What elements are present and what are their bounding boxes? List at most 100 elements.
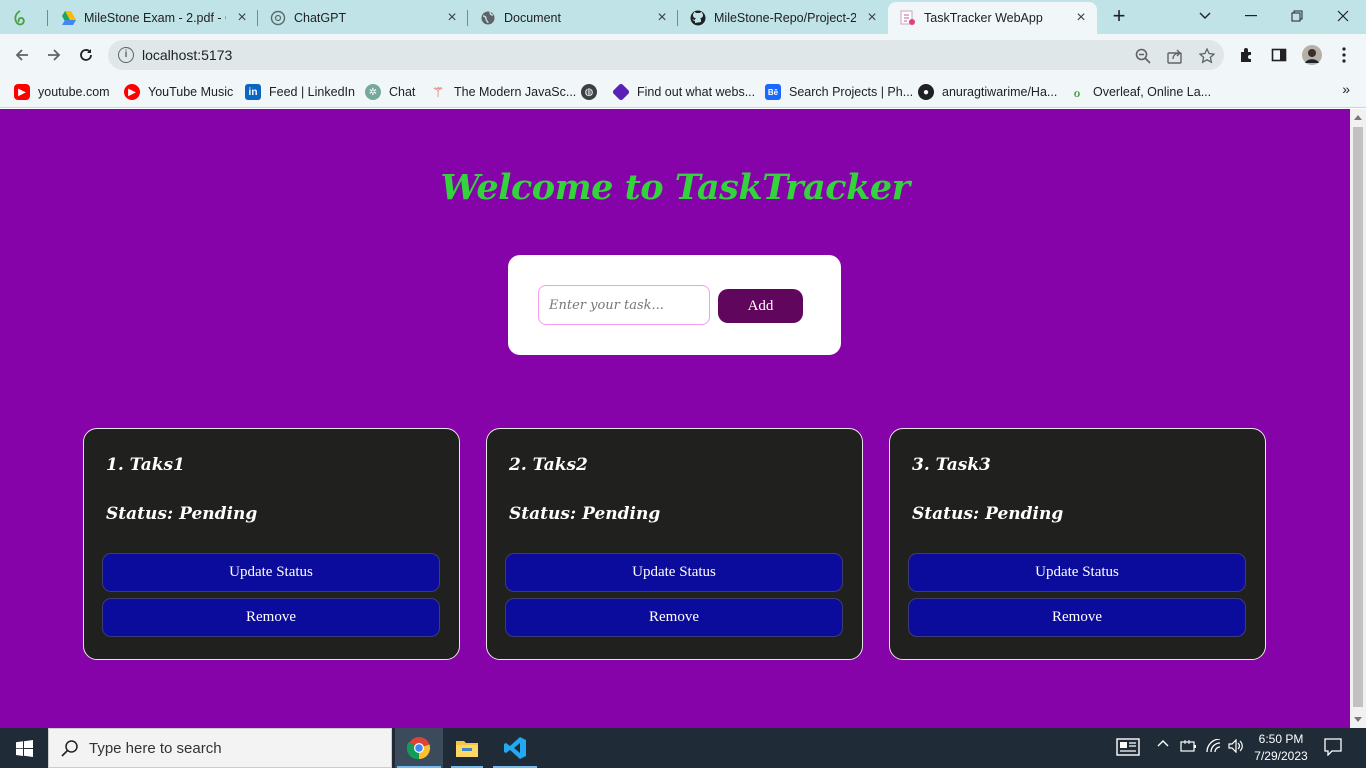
globe-icon: ◍ [581, 84, 597, 100]
overleaf-icon: ℴ [1073, 83, 1081, 100]
task-card: 1. Taks1 Status: Pending Update Status R… [83, 428, 460, 660]
vscode-icon[interactable] [491, 728, 539, 768]
task-status: Status: Pending [509, 504, 661, 524]
vite-icon [900, 10, 916, 26]
close-window-icon[interactable] [1320, 0, 1366, 32]
remove-task-button[interactable]: Remove [908, 598, 1246, 637]
restore-icon[interactable] [1274, 0, 1320, 32]
bookmark-star-icon[interactable] [1198, 47, 1216, 65]
volume-icon[interactable] [1228, 739, 1244, 753]
windows-start-icon[interactable] [0, 728, 48, 768]
share-icon[interactable] [1166, 47, 1184, 65]
close-tab-icon[interactable]: × [1073, 10, 1089, 26]
bookmark-label: Search Projects | Ph... [789, 85, 914, 99]
tab-overleaf[interactable] [0, 4, 48, 32]
bookmark-label: Chat [389, 85, 416, 99]
bookmark-label: youtube.com [38, 85, 110, 99]
scrollbar-thumb[interactable] [1353, 127, 1363, 707]
bookmark-label: Overleaf, Online La... [1093, 85, 1212, 99]
browser-menu-icon[interactable] [1334, 45, 1354, 65]
behance-icon: Bē [765, 84, 781, 100]
tab-github-repo[interactable]: MileStone-Repo/Project-2 a × [678, 4, 888, 32]
bookmark-overleaf[interactable]: ℴ Overleaf, Online La... [1069, 82, 1211, 102]
github-icon [690, 10, 706, 26]
reload-icon[interactable] [74, 43, 98, 67]
update-status-button[interactable]: Update Status [908, 553, 1246, 592]
task-name: 2. Taks2 [509, 455, 588, 475]
task-input[interactable] [538, 285, 710, 325]
linkedin-icon: in [245, 84, 261, 100]
address-bar[interactable]: i localhost:5173 [108, 40, 1224, 70]
globe-icon [480, 10, 496, 26]
forward-icon[interactable] [42, 43, 66, 67]
close-tab-icon[interactable]: × [444, 10, 460, 26]
scroll-down-icon[interactable] [1354, 717, 1362, 722]
back-icon[interactable] [10, 43, 34, 67]
search-placeholder: Type here to search [89, 739, 222, 757]
task-card: 2. Taks2 Status: Pending Update Status R… [486, 428, 863, 660]
browser-toolbar: i localhost:5173 [0, 34, 1366, 76]
remove-task-button[interactable]: Remove [505, 598, 843, 637]
minimize-icon[interactable] [1228, 0, 1274, 32]
chatgpt-icon: ✲ [365, 84, 381, 100]
tab-title: TaskTracker WebApp [924, 11, 1043, 25]
google-drive-icon [60, 10, 76, 26]
task-card: 3. Task3 Status: Pending Update Status R… [889, 428, 1266, 660]
bookmark-label: Feed | LinkedIn [269, 85, 355, 99]
close-tab-icon[interactable]: × [234, 10, 250, 26]
update-status-button[interactable]: Update Status [102, 553, 440, 592]
chatgpt-icon [270, 10, 286, 26]
browser-tab-strip: MileStone Exam - 2.pdf - Go × ChatGPT × … [0, 0, 1366, 34]
bookmark-globe[interactable]: ◍ [581, 82, 605, 102]
task-name: 3. Task3 [912, 455, 991, 475]
bookmark-javascript-info[interactable]: ⚚ The Modern JavaSc... [430, 82, 577, 102]
show-hidden-icons-icon[interactable] [1157, 739, 1169, 747]
wifi-icon[interactable] [1206, 739, 1222, 753]
taskbar-search[interactable]: Type here to search [48, 728, 392, 768]
clock-time: 6:50 PM [1258, 732, 1304, 746]
profile-avatar-icon[interactable] [1302, 45, 1322, 65]
close-tab-icon[interactable]: × [864, 10, 880, 26]
bookmark-wappalyzer[interactable]: Find out what webs... [611, 82, 755, 102]
url-text: localhost:5173 [142, 47, 233, 63]
add-task-button[interactable]: Add [718, 289, 803, 323]
overleaf-icon [12, 10, 28, 26]
new-tab-button[interactable]: + [1108, 5, 1130, 27]
close-tab-icon[interactable]: × [654, 10, 670, 26]
side-panel-icon[interactable] [1269, 45, 1289, 65]
site-info-icon[interactable]: i [118, 47, 134, 63]
battery-icon[interactable] [1180, 739, 1198, 753]
update-status-button[interactable]: Update Status [505, 553, 843, 592]
bookmark-label: anuragtiwarime/Ha... [942, 85, 1058, 99]
chrome-icon[interactable] [395, 728, 443, 768]
task-status: Status: Pending [106, 504, 258, 524]
tab-milestone-pdf[interactable]: MileStone Exam - 2.pdf - Go × [48, 4, 258, 32]
bookmark-youtube-music[interactable]: ▶ YouTube Music [124, 82, 233, 102]
bookmark-youtube[interactable]: ▶ youtube.com [14, 82, 110, 102]
tab-title: Document [504, 11, 561, 25]
system-clock[interactable]: 6:50 PM 7/29/2023 [1246, 731, 1316, 765]
tab-chatgpt[interactable]: ChatGPT × [258, 4, 468, 32]
bookmark-chat[interactable]: ✲ Chat [365, 82, 415, 102]
notifications-icon[interactable] [1324, 738, 1342, 756]
bookmark-behance[interactable]: Bē Search Projects | Ph... [765, 82, 913, 102]
bookmark-github[interactable]: ● anuragtiwarime/Ha... [918, 82, 1057, 102]
tab-tasktracker[interactable]: TaskTracker WebApp × [888, 2, 1097, 34]
news-widget-icon[interactable] [1116, 738, 1140, 756]
page-scrollbar[interactable] [1350, 109, 1366, 728]
tab-document[interactable]: Document × [468, 4, 678, 32]
extensions-icon[interactable] [1237, 45, 1257, 65]
remove-task-button[interactable]: Remove [102, 598, 440, 637]
youtube-icon: ▶ [14, 84, 30, 100]
tab-title: MileStone-Repo/Project-2 a [714, 11, 856, 25]
tab-search-icon[interactable] [1182, 0, 1228, 32]
scroll-up-icon[interactable] [1354, 115, 1362, 120]
bookmark-linkedin[interactable]: in Feed | LinkedIn [245, 82, 355, 102]
bookmark-label: YouTube Music [148, 85, 234, 99]
windows-taskbar: Type here to search 6:50 PM 7/29/2023 [0, 728, 1366, 768]
file-explorer-icon[interactable] [443, 728, 491, 768]
clock-date: 7/29/2023 [1254, 749, 1308, 763]
zoom-icon[interactable] [1134, 47, 1152, 65]
more-bookmarks-icon[interactable]: » [1342, 81, 1350, 97]
tab-title: MileStone Exam - 2.pdf - Go [84, 11, 226, 25]
